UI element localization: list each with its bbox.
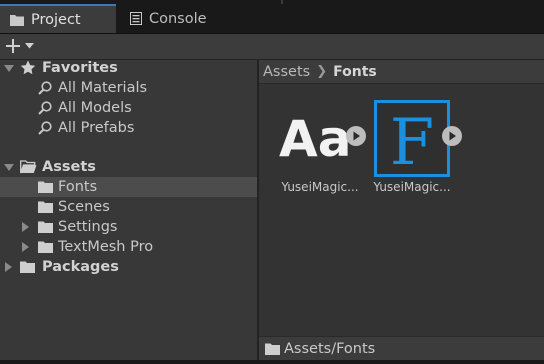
search-icon [38,121,52,135]
tab-project[interactable]: Project [0,4,116,33]
expand-arrow-icon[interactable] [4,164,14,171]
selected-path-label: Assets/Fonts [284,340,376,357]
asset-tile-selected[interactable]: F YuseiMagic... [370,100,462,200]
folder-icon [38,241,53,253]
play-button-icon[interactable] [345,125,367,147]
folder-icon [38,221,53,233]
tree-item-textmesh-pro[interactable]: TextMesh Pro [0,237,257,257]
open-folder-icon [20,160,37,174]
breadcrumb-fonts[interactable]: Fonts [333,64,377,80]
breadcrumb-assets[interactable]: Assets [263,64,310,80]
collapse-arrow-icon[interactable] [22,242,29,252]
tree-item-all-prefabs[interactable]: All Prefabs [0,118,257,138]
tree-label-textmesh-pro: TextMesh Pro [58,239,154,255]
tab-console-label: Console [149,10,207,27]
path-status-bar: Assets/Fonts [259,336,544,360]
folder-icon [20,261,35,273]
tab-divider [281,0,283,4]
folder-icon [38,181,53,193]
folder-icon [265,343,280,355]
tree-label-favorites: Favorites [42,60,118,76]
font-asset-preview: F [374,100,450,178]
tree-label-scenes: Scenes [58,199,110,215]
dropdown-arrow-icon [25,43,34,49]
plus-icon [6,39,20,53]
tree-label-fonts: Fonts [58,179,98,195]
chevron-right-icon: ❯ [316,64,328,79]
tab-project-label: Project [31,11,81,28]
asset-label: YuseiMagic... [281,180,359,194]
play-button-icon[interactable] [441,125,463,147]
tree-label-all-materials: All Materials [58,80,148,96]
font-preview-glyph: F [390,106,434,178]
star-icon [20,60,36,75]
tree-item-scenes[interactable]: Scenes [0,197,257,217]
asset-label: YuseiMagic... [373,180,451,194]
tree-label-all-models: All Models [58,100,132,116]
collapse-arrow-icon[interactable] [22,222,29,232]
tree-item-assets[interactable]: Assets [0,157,257,177]
window-bottom-edge [0,360,544,364]
expand-arrow-icon[interactable] [4,65,14,72]
font-preview-text: Aa [279,110,351,168]
asset-tile[interactable]: Aa YuseiMagic... [274,100,366,200]
tree-item-fonts[interactable]: Fonts [0,177,257,197]
tree-item-packages[interactable]: Packages [0,257,257,277]
folder-icon [38,201,53,213]
tree-item-favorites[interactable]: Favorites [0,58,257,78]
collapse-arrow-icon[interactable] [5,262,12,272]
tree-item-settings[interactable]: Settings [0,217,257,237]
folder-icon [10,14,24,26]
tab-console[interactable]: Console [130,4,250,33]
tree-label-assets: Assets [42,159,96,175]
tree-item-all-materials[interactable]: All Materials [0,78,257,98]
search-icon [38,101,52,115]
tree-item-all-models[interactable]: All Models [0,98,257,118]
create-asset-button[interactable] [5,36,39,56]
tree-label-packages: Packages [42,259,119,275]
tree-label-settings: Settings [58,219,118,235]
project-toolbar [0,34,544,60]
breadcrumb: Assets ❯ Fonts [259,60,544,84]
tree-label-all-prefabs: All Prefabs [58,120,135,136]
console-icon [130,12,142,25]
search-icon [38,81,52,95]
